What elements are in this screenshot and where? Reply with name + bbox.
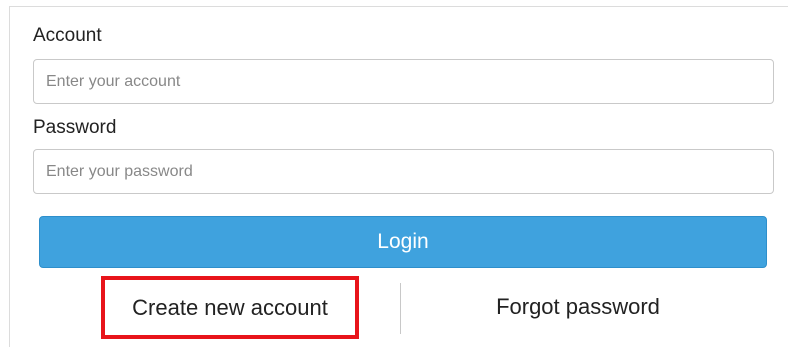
create-new-account-label: Create new account xyxy=(132,294,328,320)
login-button[interactable]: Login xyxy=(39,216,767,268)
password-input[interactable] xyxy=(33,149,774,194)
account-label: Account xyxy=(33,25,102,46)
forgot-password-link[interactable]: Forgot password xyxy=(420,281,736,333)
account-input[interactable] xyxy=(33,59,774,104)
forgot-password-label: Forgot password xyxy=(496,294,660,319)
password-label: Password xyxy=(33,117,117,138)
create-new-account-link[interactable]: Create new account xyxy=(101,276,359,339)
link-divider xyxy=(400,283,401,334)
